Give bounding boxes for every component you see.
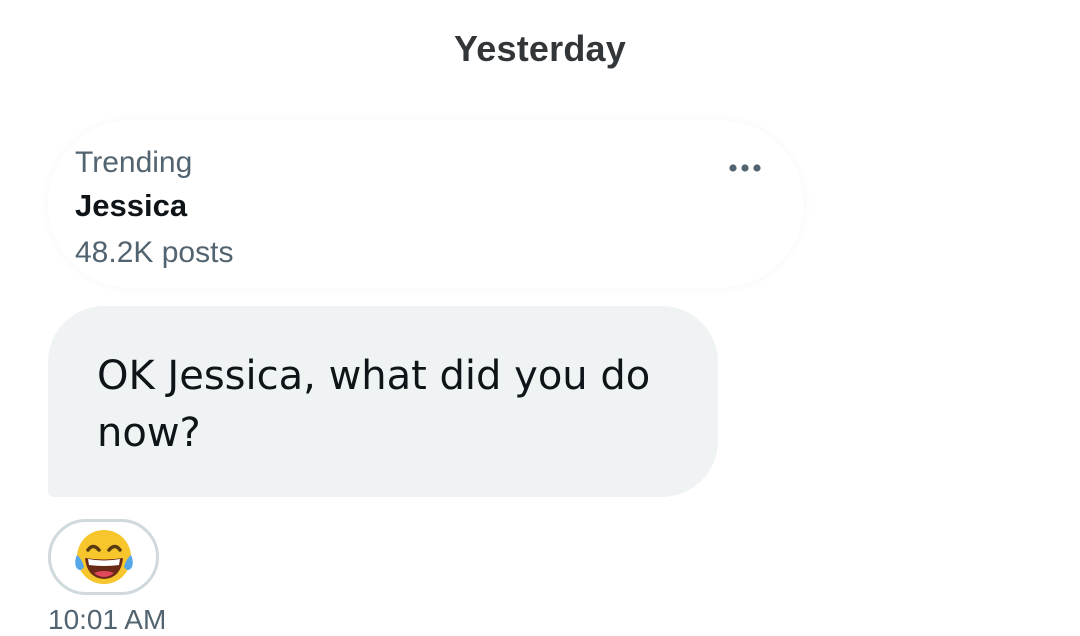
more-horizontal-icon[interactable] bbox=[728, 160, 762, 176]
message-timestamp: 10:01 AM bbox=[48, 604, 167, 635]
face-with-tears-of-joy-icon bbox=[74, 530, 133, 584]
trend-label: Trending bbox=[75, 146, 193, 179]
message-bubble[interactable]: OK Jessica, what did you do now? bbox=[48, 306, 718, 497]
trend-post-count: 48.2K posts bbox=[75, 236, 234, 269]
trend-name: Jessica bbox=[75, 188, 188, 223]
date-divider: Yesterday bbox=[454, 28, 626, 69]
reaction-pill[interactable] bbox=[48, 519, 159, 595]
trending-card[interactable]: Trending Jessica 48.2K posts bbox=[48, 120, 804, 288]
